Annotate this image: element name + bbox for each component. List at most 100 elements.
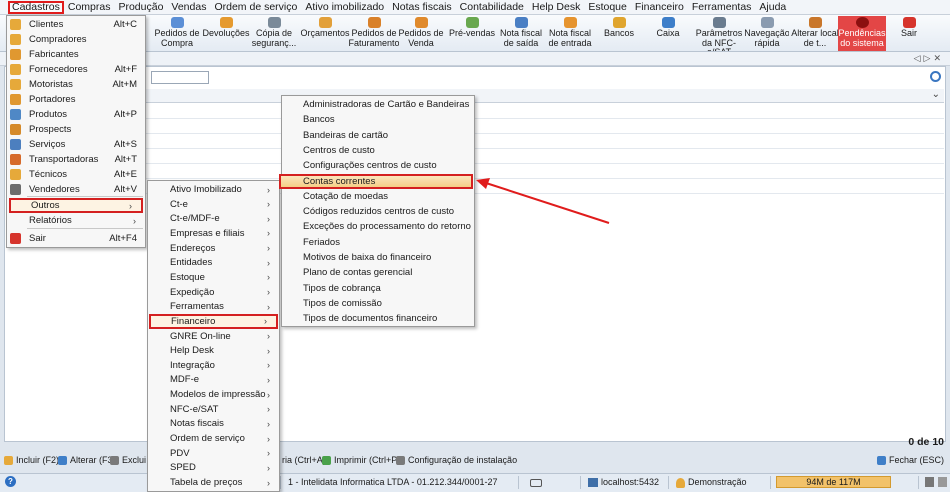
submenu-item-estoque[interactable]: Estoque › — [148, 270, 279, 285]
submenu-item-mdf-e[interactable]: MDF-e › — [148, 372, 279, 387]
toolbar-alterar-local-de-t-button[interactable]: Alterar local de t... — [790, 16, 840, 51]
action-imprimir-ctrl-p-button[interactable]: Imprimir (Ctrl+P) — [322, 455, 400, 465]
toolbar-pendencias-do-sistema-button[interactable]: Pendências do sistema — [838, 16, 886, 51]
toolbar-parametros-da-nfc-e-sat-button[interactable]: Parâmetros da NFC-e/SAT — [693, 16, 745, 51]
close-button[interactable]: Fechar (ESC) — [876, 455, 944, 465]
submenu-item-tipos-de-cobranca[interactable]: Tipos de cobrança — [282, 281, 474, 296]
chevron-down-icon[interactable]: ⌄ — [932, 89, 940, 100]
toolbar-pedidos-de-faturamento-button[interactable]: Pedidos de Faturamento — [349, 16, 399, 51]
submenu-item-excecoes-do-processamento-do-retorno[interactable]: Exceções do processamento do retorno — [282, 219, 474, 234]
menu-item-tecnicos[interactable]: Técnicos Alt+E — [7, 167, 145, 182]
menu-notas-fiscais[interactable]: Notas fiscais — [388, 1, 456, 14]
menu-item-portadores[interactable]: Portadores — [7, 92, 145, 107]
submenu-item-expedicao[interactable]: Expedição › — [148, 285, 279, 300]
submenu-item-empresas-e-filiais[interactable]: Empresas e filiais › — [148, 226, 279, 241]
submenu-item-help-desk[interactable]: Help Desk › — [148, 343, 279, 358]
menu-financeiro[interactable]: Financeiro — [631, 1, 688, 14]
table-row[interactable] — [6, 164, 944, 179]
submenu-item-ativo-imobilizado[interactable]: Ativo Imobilizado › — [148, 182, 279, 197]
products-icon — [10, 109, 21, 120]
toolbar-nota-fiscal-de-entrada-button[interactable]: Nota fiscal de entrada — [545, 16, 595, 51]
menu-item-relatorios[interactable]: Relatórios › — [7, 213, 145, 228]
submenu-item-ct-e-mdf-e[interactable]: Ct-e/MDF-e › — [148, 211, 279, 226]
menu-item-outros[interactable]: Outros › — [9, 198, 143, 213]
menu-ajuda[interactable]: Ajuda — [755, 1, 790, 14]
submenu-item-modelos-de-impressao[interactable]: Modelos de impressão › — [148, 387, 279, 402]
submenu-item-sped[interactable]: SPED › — [148, 460, 279, 475]
menu-cadastros[interactable]: Cadastros — [8, 0, 64, 14]
submenu-item-enderecos[interactable]: Endereços › — [148, 241, 279, 256]
submenu-item-notas-fiscais[interactable]: Notas fiscais › — [148, 416, 279, 431]
submenu-item-financeiro[interactable]: Financeiro › — [149, 313, 278, 329]
menu-item-fornecedores[interactable]: Fornecedores Alt+F — [7, 62, 145, 77]
menu-item-fabricantes[interactable]: Fabricantes — [7, 47, 145, 62]
submenu-item-bandeiras-de-cartao[interactable]: Bandeiras de cartão — [282, 128, 474, 143]
toolbar-pedidos-de-venda-button[interactable]: Pedidos de Venda — [397, 16, 445, 51]
gear-icon[interactable] — [938, 477, 947, 487]
toolbar-navegacao-rapida-button[interactable]: Navegação rápida — [745, 16, 789, 51]
table-row[interactable] — [6, 104, 944, 119]
submenu-item-ordem-de-servico[interactable]: Ordem de serviço › — [148, 431, 279, 446]
help-icon[interactable]: ? — [5, 476, 16, 487]
menu-help-desk[interactable]: Help Desk — [528, 1, 584, 14]
submenu-item-nfc-e-sat[interactable]: NFC-e/SAT › — [148, 402, 279, 417]
menu-contabilidade[interactable]: Contabilidade — [456, 1, 528, 14]
menu-item-sair[interactable]: Sair Alt+F4 — [7, 231, 145, 246]
action-ria-ctrl-a-button[interactable]: ria (Ctrl+A) — [282, 455, 326, 465]
menu-estoque[interactable]: Estoque — [584, 1, 631, 14]
menu-item-servicos[interactable]: Serviços Alt+S — [7, 137, 145, 152]
menu-item-motoristas[interactable]: Motoristas Alt+M — [7, 77, 145, 92]
submenu-item-entidades[interactable]: Entidades › — [148, 255, 279, 270]
toolbar-sair-button[interactable]: Sair — [888, 16, 930, 51]
menu-compras[interactable]: Compras — [64, 1, 115, 14]
trash-icon[interactable] — [925, 477, 934, 487]
search-input[interactable] — [151, 71, 209, 84]
submenu-item-integracao[interactable]: Integração › — [148, 358, 279, 373]
action-exclui-button[interactable]: Exclui — [110, 455, 146, 465]
menu-item-prospects[interactable]: Prospects — [7, 122, 145, 137]
submenu-item-bancos[interactable]: Bancos — [282, 112, 474, 127]
submenu-item-tabela-de-precos[interactable]: Tabela de preços › — [148, 475, 279, 490]
submenu-item-ferramentas[interactable]: Ferramentas › — [148, 299, 279, 314]
menu-item-compradores[interactable]: Compradores — [7, 32, 145, 47]
action-configuracao-de-instalacao-button[interactable]: Configuração de instalação — [396, 455, 517, 465]
menu-ativo-imobilizado[interactable]: Ativo imobilizado — [301, 1, 388, 14]
toolbar-devolucoes-button[interactable]: Devoluções — [200, 16, 252, 51]
submenu-item-motivos-de-baixa-do-financeiro[interactable]: Motivos de baixa do financeiro — [282, 250, 474, 265]
table-row[interactable] — [6, 134, 944, 149]
submenu-item-codigos-reduzidos-centros-de-custo[interactable]: Códigos reduzidos centros de custo — [282, 204, 474, 219]
tab-scroll-arrows[interactable]: ◁▷✕ — [914, 53, 944, 64]
toolbar-pedidos-de-compra-button[interactable]: Pedidos de Compra — [152, 16, 202, 51]
table-row[interactable] — [6, 149, 944, 164]
toolbar-copia-de-seguranc-button[interactable]: Cópia de seguranç... — [250, 16, 298, 51]
submenu-item-feriados[interactable]: Feriados — [282, 235, 474, 250]
submenu-item-gnre-on-line[interactable]: GNRE On-line › — [148, 329, 279, 344]
menu-item-transportadoras[interactable]: Transportadoras Alt+T — [7, 152, 145, 167]
refresh-icon[interactable] — [930, 71, 941, 82]
submenu-item-centros-de-custo[interactable]: Centros de custo — [282, 143, 474, 158]
menu-item-vendedores[interactable]: Vendedores Alt+V — [7, 182, 145, 197]
toolbar-bancos-button[interactable]: Bancos — [595, 16, 643, 51]
action-incluir-f2-button[interactable]: Incluir (F2) — [4, 455, 59, 465]
toolbar-caixa-button[interactable]: Caixa — [645, 16, 691, 51]
menu-ordem-de-servico[interactable]: Ordem de serviço — [210, 1, 301, 14]
submenu-item-plano-de-contas-gerencial[interactable]: Plano de contas gerencial — [282, 265, 474, 280]
menu-ferramentas[interactable]: Ferramentas — [688, 1, 756, 14]
toolbar-nota-fiscal-de-saida-button[interactable]: Nota fiscal de saída — [496, 16, 546, 51]
submenu-item-tipos-de-comissao[interactable]: Tipos de comissão — [282, 296, 474, 311]
menu-producao[interactable]: Produção — [114, 1, 167, 14]
submenu-item-ct-e[interactable]: Ct-e › — [148, 197, 279, 212]
action-alterar-f3-button[interactable]: Alterar (F3) — [58, 455, 116, 465]
submenu-item-cotacao-de-moedas[interactable]: Cotação de moedas — [282, 189, 474, 204]
submenu-item-pdv[interactable]: PDV › — [148, 446, 279, 461]
toolbar-orcamentos-button[interactable]: Orçamentos — [300, 16, 350, 51]
submenu-item-tipos-de-documentos-financeiro[interactable]: Tipos de documentos financeiro — [282, 311, 474, 326]
submenu-item-configuracoes-centros-de-custo[interactable]: Configurações centros de custo — [282, 158, 474, 173]
table-row[interactable] — [6, 119, 944, 134]
toolbar-pre-vendas-button[interactable]: Pré-vendas — [447, 16, 497, 51]
menu-item-clientes[interactable]: Clientes Alt+C — [7, 17, 145, 32]
menu-item-produtos[interactable]: Produtos Alt+P — [7, 107, 145, 122]
submenu-item-administradoras-de-cartao-e-bandeiras[interactable]: Administradoras de Cartão e Bandeiras — [282, 97, 474, 112]
submenu-item-contas-correntes[interactable]: Contas correntes — [279, 173, 473, 189]
menu-vendas[interactable]: Vendas — [167, 1, 210, 14]
